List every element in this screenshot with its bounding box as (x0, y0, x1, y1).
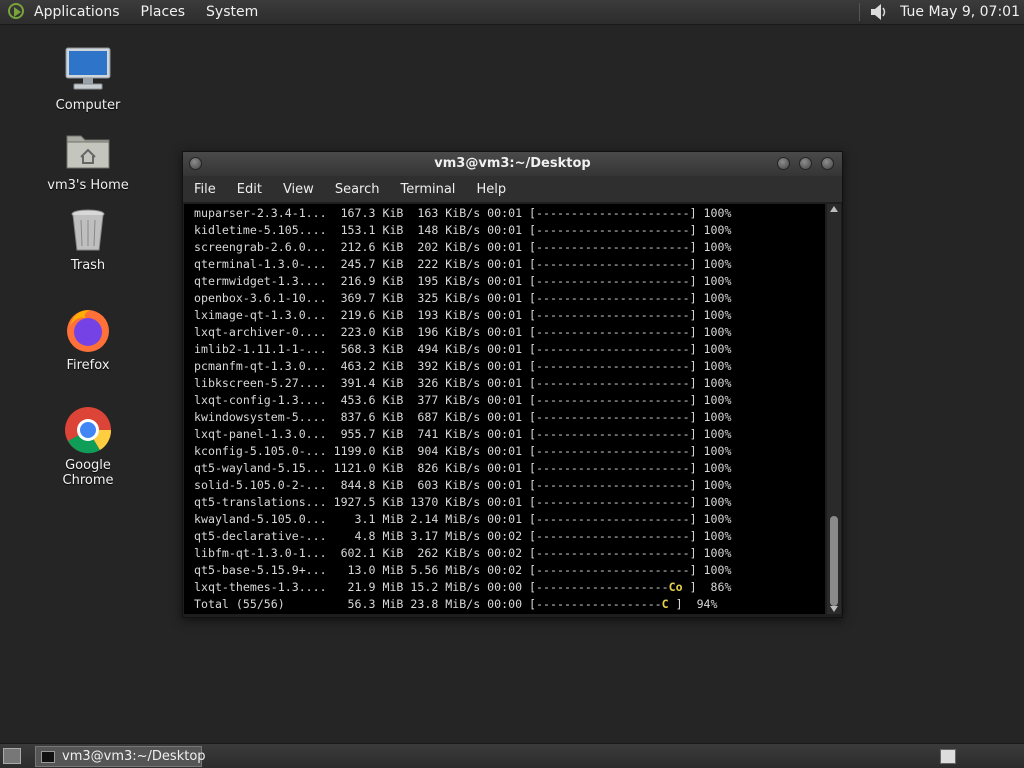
terminal-line: lxqt-themes-1.3.... 21.9 MiB 15.2 MiB/s … (194, 580, 732, 594)
desktop-icon-trash[interactable]: Trash (38, 206, 138, 273)
window-menubar: File Edit View Search Terminal Help (183, 176, 842, 202)
home-folder-icon (64, 126, 112, 174)
terminal-line: kwayland-5.105.0... 3.1 MiB 2.14 MiB/s 0… (194, 512, 732, 526)
progress-pacman: C (661, 597, 669, 611)
taskbar-button-label: vm3@vm3:~/Desktop (62, 749, 206, 764)
desktop-icon-computer[interactable]: Computer (38, 46, 138, 113)
minimize-button[interactable] (777, 157, 790, 170)
workspace-switcher[interactable] (940, 749, 956, 764)
menu-applications[interactable]: Applications (34, 4, 120, 20)
show-desktop-icon[interactable] (3, 748, 21, 764)
terminal-line: qtermwidget-1.3.... 216.9 KiB 195 KiB/s … (194, 274, 732, 288)
menu-terminal[interactable]: Terminal (400, 182, 455, 197)
window-menu-button[interactable] (189, 157, 202, 170)
terminal-line: qterminal-1.3.0-... 245.7 KiB 222 KiB/s … (194, 257, 732, 271)
terminal-line: screengrab-2.6.0... 212.6 KiB 202 KiB/s … (194, 240, 732, 254)
menu-system[interactable]: System (206, 4, 258, 20)
terminal-line: qt5-base-5.15.9+... 13.0 MiB 5.56 MiB/s … (194, 563, 732, 577)
terminal-line: Total (55/56) 56.3 MiB 23.8 MiB/s 00:00 … (194, 597, 718, 611)
distro-menu-icon[interactable] (6, 1, 28, 23)
trash-icon (64, 206, 112, 254)
terminal-line: openbox-3.6.1-10... 369.7 KiB 325 KiB/s … (194, 291, 732, 305)
scrollbar-thumb[interactable] (830, 516, 838, 606)
terminal-icon (41, 751, 55, 763)
monitor-icon (64, 46, 112, 94)
desktop-icon-firefox[interactable]: Firefox (38, 306, 138, 373)
firefox-icon (64, 306, 112, 354)
bottom-panel: vm3@vm3:~/Desktop (0, 743, 1024, 768)
panel-separator (859, 3, 861, 21)
menu-edit[interactable]: Edit (237, 182, 262, 197)
window-titlebar[interactable]: vm3@vm3:~/Desktop (183, 152, 842, 176)
terminal-line: lxqt-config-1.3.... 453.6 KiB 377 KiB/s … (194, 393, 732, 407)
terminal-line: qt5-declarative-... 4.8 MiB 3.17 MiB/s 0… (194, 529, 732, 543)
chrome-icon (64, 406, 112, 454)
terminal-line: kconfig-5.105.0-... 1199.0 KiB 904 KiB/s… (194, 444, 732, 458)
terminal-line: lxqt-archiver-0.... 223.0 KiB 196 KiB/s … (194, 325, 732, 339)
terminal-line: libfm-qt-1.3.0-1... 602.1 KiB 262 KiB/s … (194, 546, 732, 560)
terminal-line: imlib2-1.11.1-1-... 568.3 KiB 494 KiB/s … (194, 342, 732, 356)
desktop-icon-label: vm3's Home (47, 178, 129, 193)
desktop-icon-label: Google Chrome (62, 458, 114, 488)
clock[interactable]: Tue May 9, 07:01 (900, 4, 1020, 20)
desktop-icon-label: Firefox (66, 358, 110, 373)
scroll-down-arrow-icon[interactable] (830, 606, 838, 612)
terminal-window[interactable]: vm3@vm3:~/Desktop File Edit View Search … (182, 151, 843, 618)
menu-help[interactable]: Help (476, 182, 506, 197)
terminal-scrollbar[interactable] (827, 204, 841, 614)
scroll-up-arrow-icon[interactable] (830, 206, 838, 212)
desktop-icon-chrome[interactable]: Google Chrome (38, 406, 138, 488)
terminal-line: solid-5.105.0-2-... 844.8 KiB 603 KiB/s … (194, 478, 732, 492)
terminal-line: qt5-wayland-5.15... 1121.0 KiB 826 KiB/s… (194, 461, 732, 475)
menu-file[interactable]: File (194, 182, 216, 197)
terminal-output[interactable]: muparser-2.3.4-1... 167.3 KiB 163 KiB/s … (184, 204, 825, 614)
terminal-line: muparser-2.3.4-1... 167.3 KiB 163 KiB/s … (194, 206, 732, 220)
speaker-icon[interactable] (870, 2, 888, 22)
close-button[interactable] (821, 157, 834, 170)
window-title: vm3@vm3:~/Desktop (434, 156, 591, 171)
progress-pacman: Co (668, 580, 683, 594)
menu-view[interactable]: View (283, 182, 314, 197)
menu-places[interactable]: Places (141, 4, 186, 20)
desktop-icon-label: Computer (55, 98, 121, 113)
desktop-icon-label: Trash (70, 258, 106, 273)
terminal-line: lxqt-panel-1.3.0... 955.7 KiB 741 KiB/s … (194, 427, 732, 441)
terminal-line: pcmanfm-qt-1.3.0... 463.2 KiB 392 KiB/s … (194, 359, 732, 373)
terminal-line: qt5-translations... 1927.5 KiB 1370 KiB/… (194, 495, 732, 509)
taskbar-button-terminal[interactable]: vm3@vm3:~/Desktop (35, 746, 206, 767)
terminal-line: lximage-qt-1.3.0... 219.6 KiB 193 KiB/s … (194, 308, 732, 322)
top-panel: Applications Places System Tue May 9, 07… (0, 0, 1024, 25)
terminal-line: kidletime-5.105.... 153.1 KiB 148 KiB/s … (194, 223, 732, 237)
desktop-icon-home[interactable]: vm3's Home (38, 126, 138, 193)
terminal-line: kwindowsystem-5.... 837.6 KiB 687 KiB/s … (194, 410, 732, 424)
menu-search[interactable]: Search (335, 182, 380, 197)
maximize-button[interactable] (799, 157, 812, 170)
terminal-line: libkscreen-5.27.... 391.4 KiB 326 KiB/s … (194, 376, 732, 390)
